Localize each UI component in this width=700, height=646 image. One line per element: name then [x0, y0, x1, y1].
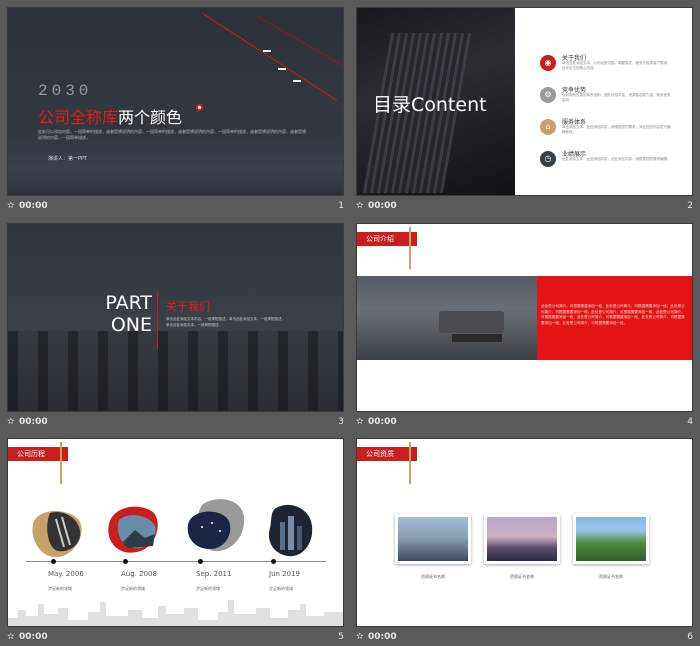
slide-1-thumbnail[interactable]: 2030 公司全称库两个颜色 此处可以添加内容，一段简单的描述，或者您想说明的内…	[7, 7, 344, 196]
timeline-label: 涉足新的领域	[269, 586, 293, 591]
toc-item-desc: 公司拥有完善的体系结构，团队经验丰富，资源整合能力强，服务优质高效。	[562, 93, 671, 102]
slide-timing: 00:00	[19, 632, 48, 642]
slide-number: 1	[338, 201, 344, 211]
certificate-frame	[573, 514, 649, 564]
chart-icon: ◷	[540, 151, 556, 167]
slide-4-thumbnail[interactable]: 公司介绍 此处是公司简介，可根据需要添加一段，此处是公司简介，可根据需要添加一段…	[356, 223, 693, 412]
tag-accent-line	[409, 442, 411, 484]
history-blob-4	[268, 504, 313, 557]
red-light-ray	[202, 13, 338, 101]
star-icon: ✫	[356, 417, 364, 427]
slide-tag: 公司资质	[357, 447, 417, 461]
table-image	[452, 334, 502, 342]
slide-timing: 00:00	[368, 417, 397, 427]
section-description: 单击此处添加文本内容，一段简短描述，单击此处添加文本，一段简短描述，单击此处添加…	[166, 317, 285, 327]
slide-4-meta: ✫ 00:00 4	[356, 417, 693, 431]
slide-number: 3	[338, 417, 344, 427]
sofa-image	[439, 311, 504, 333]
slide-number: 2	[687, 201, 693, 211]
timeline-dot	[123, 559, 128, 564]
section-heading: PART ONE	[102, 292, 152, 336]
gear-icon: ⚙	[540, 87, 556, 103]
timeline-date: Aug. 2008	[121, 570, 157, 578]
timeline-axis	[26, 561, 326, 562]
tag-accent-line	[409, 227, 411, 269]
slide-timing: 00:00	[368, 201, 397, 211]
toc-item-desc: 此处添加文本，此处添加内容，此处添加内容，请根据您的需求编辑。	[562, 157, 671, 161]
history-blob-2	[108, 506, 158, 553]
slide-tag: 公司介绍	[357, 232, 417, 246]
section-title: 关于我们	[166, 300, 210, 313]
lock-icon: ⌂	[540, 119, 556, 135]
tag-accent-line	[60, 442, 62, 484]
part-number: ONE	[110, 314, 152, 336]
year-label: 2030	[38, 82, 93, 100]
landscape-photo	[576, 517, 646, 561]
slide-2-meta: ✫ 00:00 2	[356, 201, 693, 215]
eye-icon: ◉	[540, 55, 556, 71]
slide-5-thumbnail[interactable]: 公司历程 May. 2006 Aug. 2008 Sep. 2011 Jun 2…	[7, 438, 344, 627]
star-icon: ✫	[356, 632, 364, 642]
star-icon: ✫	[7, 201, 15, 211]
cover-title: 公司全称库两个颜色	[38, 104, 182, 128]
slide-number: 6	[687, 632, 693, 642]
timeline-dot	[198, 559, 203, 564]
living-room-photo	[357, 276, 537, 360]
slide-number: 4	[687, 417, 693, 427]
city-skyline	[8, 600, 343, 626]
star-icon: ✫	[7, 632, 15, 642]
city-photo	[398, 517, 468, 561]
title-white-part: 两个颜色	[118, 108, 183, 127]
slide-timing: 00:00	[19, 417, 48, 427]
title-red-part: 公司全称库	[38, 108, 119, 127]
toc-item-desc: 单击此处添加文本，公司经营范围，简要描述，服务于各类客户需求，目标定位的核心内容…	[562, 61, 671, 70]
star-icon: ✫	[356, 201, 364, 211]
timeline-date: May. 2006	[48, 570, 84, 578]
intro-text: 此处是公司简介，可根据需要添加一段，此处是公司简介，可根据需要添加一段。此处是公…	[541, 304, 685, 325]
timeline-label: 涉足新的领域	[196, 586, 220, 591]
timeline-dot	[51, 559, 56, 564]
timeline-date: Jun 2019	[269, 570, 300, 578]
slide-3-thumbnail[interactable]: PART ONE 关于我们 单击此处添加文本内容，一段简短描述，单击此处添加文本…	[7, 223, 344, 412]
slide-6-thumbnail[interactable]: 公司资质 资质证书名称 资质证书名称 资质证书名称	[356, 438, 693, 627]
title-dot-icon	[196, 104, 203, 111]
certificate-frame	[484, 514, 560, 564]
toc-title: 目录Content	[373, 94, 487, 116]
certificate-frame	[395, 514, 471, 564]
cover-description: 此处可以添加内容，一段简单的描述，或者您想说明的内容，一段简单的描述，或者您想说…	[38, 129, 306, 140]
certificate-caption: 资质证书名称	[510, 574, 534, 579]
slide-timing: 00:00	[19, 201, 48, 211]
slide-number: 5	[338, 632, 344, 642]
timeline-label: 涉足新的领域	[121, 586, 145, 591]
presenter: 演讲人：第一PPT	[48, 156, 88, 162]
slide-3-meta: ✫ 00:00 3	[7, 417, 344, 431]
history-blob-1	[32, 511, 82, 558]
toc-item-desc: 单击添加文本，此处添加内容，请根据您的需求，对此处的内容进行编辑修改。	[562, 125, 671, 134]
slide-tag: 公司历程	[8, 447, 68, 461]
certificate-caption: 资质证书名称	[421, 574, 445, 579]
red-light-ray	[257, 16, 343, 77]
part-word: PART	[105, 292, 152, 314]
red-divider	[157, 291, 158, 349]
light-streak	[263, 50, 271, 52]
light-streak	[293, 80, 301, 82]
light-streak	[278, 68, 286, 70]
slide-timing: 00:00	[368, 632, 397, 642]
history-blob-3	[187, 499, 245, 552]
office-interior-photo	[8, 331, 343, 411]
timeline-date: Sep. 2011	[196, 570, 232, 578]
slide-1-meta: ✫ 00:00 1	[7, 201, 344, 215]
timeline-label: 涉足新的领域	[48, 586, 72, 591]
certificate-caption: 资质证书名称	[599, 574, 623, 579]
star-icon: ✫	[7, 417, 15, 427]
timeline-dot	[271, 559, 276, 564]
city-dusk-photo	[487, 517, 557, 561]
slide-2-thumbnail[interactable]: 目录Content ◉ 关于我们 单击此处添加文本，公司经营范围，简要描述，服务…	[356, 7, 693, 196]
